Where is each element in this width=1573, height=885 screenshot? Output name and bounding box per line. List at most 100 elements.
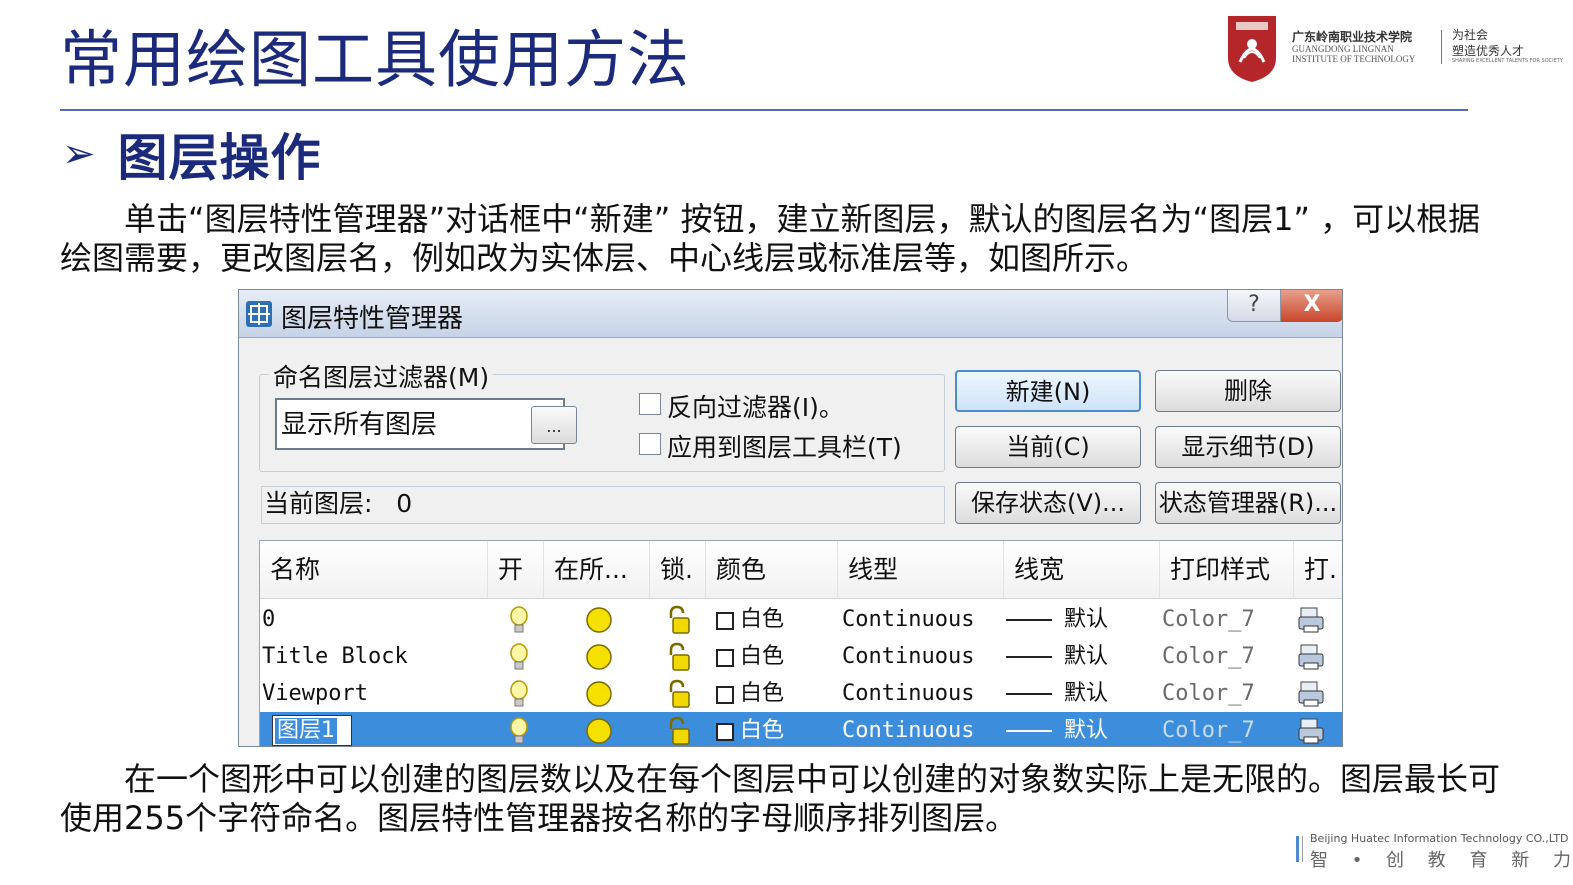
layer-name-edit-field[interactable]: 图层1	[272, 715, 352, 746]
sun-icon[interactable]	[584, 678, 614, 710]
col-header-plot[interactable]: 打.	[1294, 541, 1342, 599]
layer-color[interactable]: 白色	[740, 675, 784, 712]
col-header-on[interactable]: 开	[488, 541, 544, 599]
col-header-lock[interactable]: 锁.	[650, 541, 706, 599]
footer-slogan-cn: 智 • 创 教 育 新 力 量	[1310, 850, 1573, 871]
school-shield-icon	[1228, 16, 1276, 82]
school-motto-2: 塑造优秀人才	[1452, 44, 1525, 58]
school-name-cn: 广东岭南职业技术学院	[1292, 30, 1413, 44]
layer-color[interactable]: 白色	[740, 601, 784, 638]
slide-title: 常用绘图工具使用方法	[60, 23, 691, 96]
layer-name: 0	[262, 607, 276, 632]
padlock-icon[interactable]	[664, 604, 694, 636]
lightbulb-icon[interactable]	[504, 604, 534, 636]
layer-plotstyle: Color_7	[1162, 607, 1255, 632]
layer-linetype[interactable]: Continuous	[842, 638, 974, 675]
current-layer-label: 当前图层:	[264, 489, 373, 518]
section-heading: ➢ 图层操作	[62, 124, 322, 187]
layer-plotstyle: Color_7	[1162, 681, 1255, 706]
school-name-en-2: INSTITUTE OF TECHNOLOGY	[1292, 54, 1416, 64]
printer-icon[interactable]	[1296, 641, 1326, 673]
layer-table-header: 名称 开 在所... 锁. 颜色 线型 线宽 打印样式 打.	[260, 541, 1342, 599]
sun-icon[interactable]	[584, 715, 614, 746]
color-swatch[interactable]	[716, 649, 734, 667]
printer-icon[interactable]	[1296, 715, 1326, 746]
layer-manager-icon	[246, 301, 272, 327]
close-button[interactable]: X	[1281, 290, 1342, 322]
padlock-icon[interactable]	[664, 641, 694, 673]
sun-icon[interactable]	[584, 604, 614, 636]
printer-icon[interactable]	[1296, 678, 1326, 710]
invert-filter-label: 反向过滤器(I)。	[667, 393, 844, 422]
layer-plotstyle: Color_7	[1162, 718, 1255, 743]
show-details-button[interactable]: 显示细节(D)	[1155, 426, 1341, 468]
layer-name-text: 图层1	[275, 718, 337, 744]
footer-brand: Beijing Huatec Information Technology CO…	[1296, 832, 1573, 872]
table-row[interactable]: Viewport 白色 Continuous 默认 Color_7	[260, 675, 1342, 712]
table-row[interactable]: Title Block 白色 Continuous 默认 Color_7	[260, 638, 1342, 675]
layer-lineweight[interactable]: 默认	[1064, 675, 1108, 712]
invert-filter-checkbox[interactable]	[639, 393, 661, 415]
explanation-paragraph: 在一个图形中可以创建的图层数以及在每个图层中可以创建的对象数实际上是无限的。图层…	[60, 760, 1501, 837]
set-current-button[interactable]: 当前(C)	[955, 426, 1141, 468]
footer-company-en: Beijing Huatec Information Technology CO…	[1310, 832, 1569, 845]
school-name-en-1: GUANGDONG LINGNAN	[1292, 44, 1394, 54]
layer-plotstyle: Color_7	[1162, 644, 1255, 669]
printer-icon[interactable]	[1296, 604, 1326, 636]
new-layer-button[interactable]: 新建(N)	[955, 370, 1141, 412]
apply-toolbar-label: 应用到图层工具栏(T)	[667, 433, 902, 462]
delete-layer-button[interactable]: 删除	[1155, 370, 1341, 412]
layer-lineweight[interactable]: 默认	[1064, 601, 1108, 638]
sun-icon[interactable]	[584, 641, 614, 673]
filter-dropdown[interactable]: 显示所有图层	[275, 398, 565, 450]
padlock-icon[interactable]	[664, 678, 694, 710]
apply-toolbar-checkbox[interactable]	[639, 433, 661, 455]
layer-linetype[interactable]: Continuous	[842, 601, 974, 638]
layer-name: Viewport	[262, 681, 368, 706]
color-swatch[interactable]	[716, 612, 734, 630]
layer-color[interactable]: 白色	[740, 638, 784, 675]
school-logo: 广东岭南职业技术学院 GUANGDONG LINGNAN INSTITUTE O…	[1226, 14, 1563, 90]
state-manager-button[interactable]: 状态管理器(R)...	[1155, 482, 1341, 524]
layer-manager-dialog: 图层特性管理器 ? X 命名图层过滤器(M) 显示所有图层 ... 反向过滤器(…	[238, 289, 1343, 747]
bullet-arrow-icon: ➢	[62, 131, 96, 177]
footer-bar-thin	[1302, 836, 1303, 862]
section-title: 图层操作	[117, 129, 322, 187]
layer-name: Title Block	[262, 644, 408, 669]
lineweight-sample	[1006, 730, 1052, 732]
col-header-plotstyle[interactable]: 打印样式	[1160, 541, 1294, 599]
help-button[interactable]: ?	[1227, 290, 1281, 322]
filter-dropdown-value: 显示所有图层	[281, 410, 438, 440]
layer-linetype[interactable]: Continuous	[842, 675, 974, 712]
school-motto-1: 为社会	[1452, 28, 1489, 42]
dialog-titlebar[interactable]: 图层特性管理器 ? X	[239, 290, 1342, 338]
padlock-icon[interactable]	[664, 715, 694, 746]
dialog-title: 图层特性管理器	[281, 304, 464, 334]
color-swatch[interactable]	[716, 723, 734, 741]
col-header-freeze[interactable]: 在所...	[544, 541, 650, 599]
lightbulb-icon[interactable]	[504, 678, 534, 710]
save-state-button[interactable]: 保存状态(V)...	[955, 482, 1141, 524]
col-header-color[interactable]: 颜色	[706, 541, 838, 599]
layer-lineweight[interactable]: 默认	[1064, 638, 1108, 675]
layer-linetype[interactable]: Continuous	[842, 712, 974, 746]
layer-color[interactable]: 白色	[740, 712, 784, 746]
current-layer-display: 当前图层: 0	[261, 486, 945, 524]
layer-lineweight[interactable]: 默认	[1064, 712, 1108, 746]
filter-label: 命名图层过滤器(M)	[269, 358, 494, 394]
col-header-name[interactable]: 名称	[260, 541, 488, 599]
lineweight-sample	[1006, 656, 1052, 658]
lightbulb-icon[interactable]	[504, 715, 534, 746]
col-header-linetype[interactable]: 线型	[838, 541, 1004, 599]
lineweight-sample	[1006, 693, 1052, 695]
table-row[interactable]: 0 白色 Continuous 默认 Color_7	[260, 601, 1342, 638]
filter-browse-button[interactable]: ...	[531, 406, 577, 444]
color-swatch[interactable]	[716, 686, 734, 704]
intro-paragraph: 单击“图层特性管理器”对话框中“新建” 按钮，建立新图层，默认的图层名为“图层1…	[60, 200, 1481, 277]
current-layer-value: 0	[396, 489, 413, 518]
col-header-lineweight[interactable]: 线宽	[1004, 541, 1160, 599]
lightbulb-icon[interactable]	[504, 641, 534, 673]
table-row[interactable]: 图层1 白色 Continuous 默认 Color_7	[260, 712, 1342, 746]
title-divider	[60, 109, 1468, 111]
logo-separator	[1441, 30, 1442, 64]
